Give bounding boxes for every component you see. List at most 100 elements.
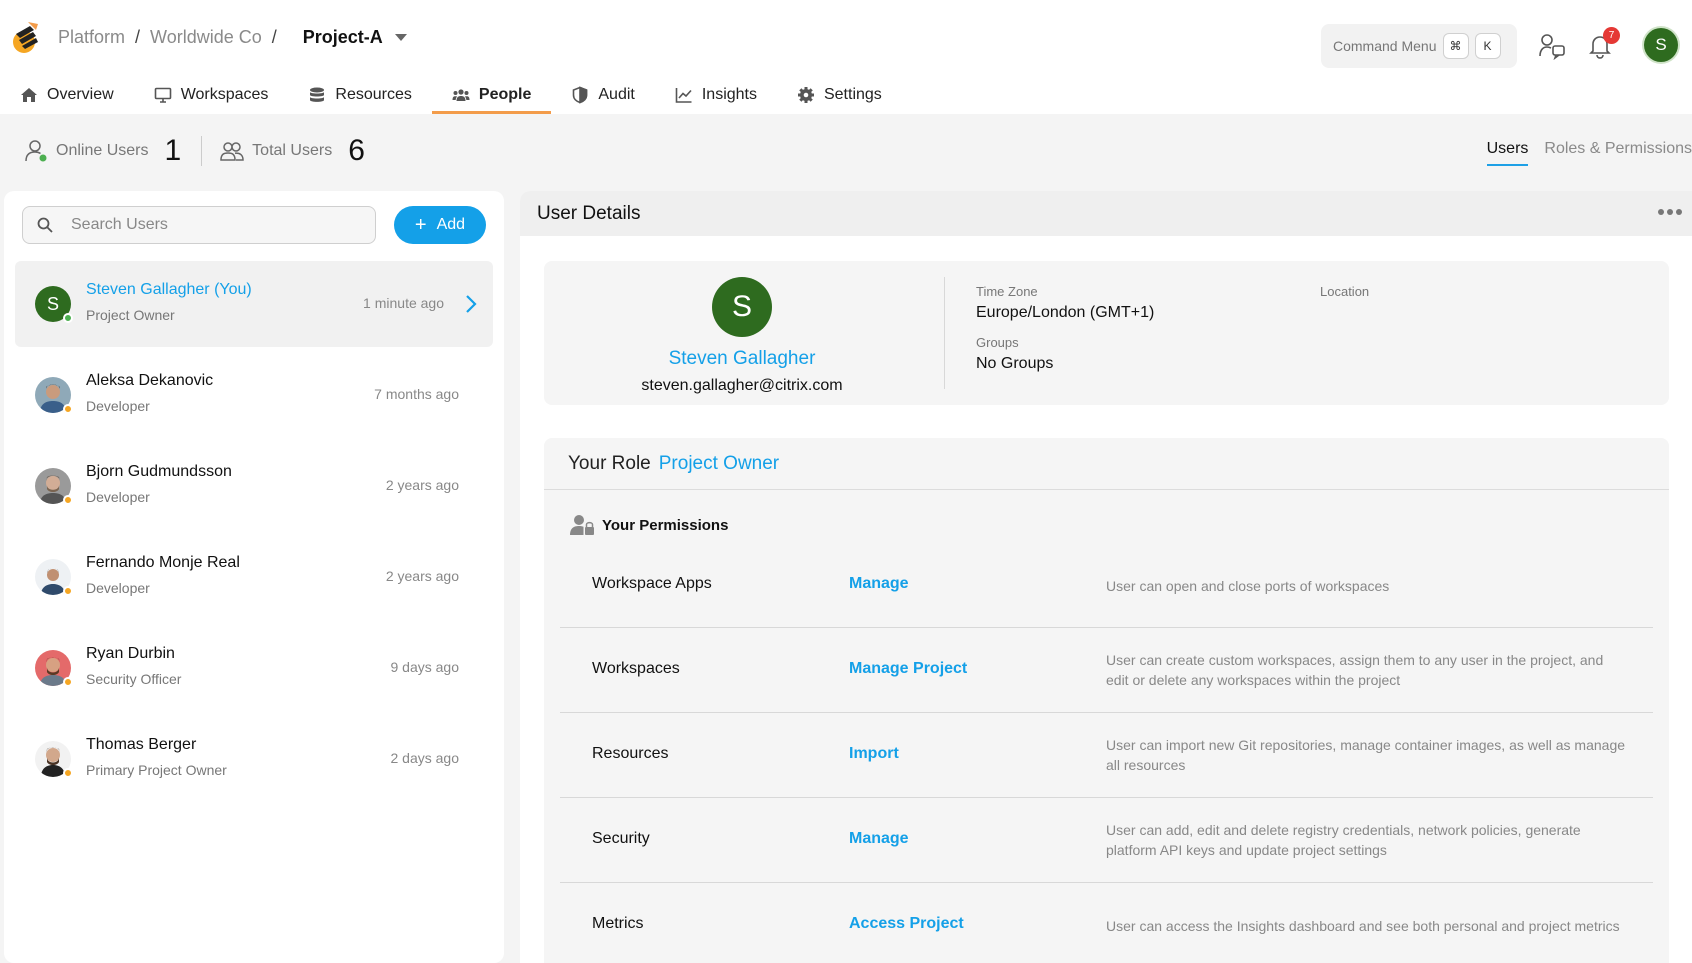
home-icon (21, 88, 37, 102)
user-role: Project Owner (86, 307, 175, 323)
permission-level: Manage (849, 830, 909, 847)
role-value: Project Owner (658, 452, 780, 474)
chevron-right-icon[interactable] (465, 294, 477, 314)
permission-name: Metrics (592, 915, 644, 932)
top-bar: Platform / Worldwide Co / Project-A Comm… (0, 0, 1692, 114)
tab-workspaces[interactable]: Workspaces (134, 76, 289, 114)
users-group-icon (220, 142, 244, 161)
permission-level: Manage (849, 575, 909, 592)
user-list-item[interactable]: Aleksa Dekanovic Developer 7 months ago (15, 352, 493, 438)
search-input[interactable] (71, 216, 341, 234)
tab-resources[interactable]: Resources (288, 76, 431, 114)
timezone-label: Time Zone (976, 284, 1038, 299)
user-stats: Online Users 1 Total Users 6 (24, 134, 365, 168)
shield-icon (573, 86, 588, 104)
away-status-dot (63, 586, 73, 596)
tab-label: Settings (823, 86, 882, 103)
add-user-button[interactable]: + Add (394, 206, 486, 244)
user-chat-icon[interactable] (1538, 32, 1566, 60)
tab-audit[interactable]: Audit (551, 76, 654, 114)
permission-row: Workspaces Manage Project User can creat… (560, 628, 1653, 713)
tab-people[interactable]: People (431, 76, 552, 114)
search-box[interactable] (22, 206, 376, 244)
online-status-dot (63, 313, 73, 323)
user-name: Steven Gallagher (You) (86, 281, 252, 298)
total-users-count: 6 (348, 134, 365, 167)
user-role: Primary Project Owner (86, 762, 227, 778)
permissions-title: Your Permissions (602, 516, 729, 534)
user-list-panel: + Add S Steven Gallagher (You) Project O… (4, 191, 504, 963)
permission-row: Resources Import User can import new Git… (560, 713, 1653, 798)
monitor-icon (154, 87, 171, 103)
tab-overview[interactable]: Overview (0, 76, 134, 114)
main-nav: Overview Workspaces Resources People Aud… (0, 76, 902, 114)
tab-users[interactable]: Users (1486, 140, 1529, 166)
permission-row: Security Manage User can add, edit and d… (560, 798, 1653, 883)
user-list-item[interactable]: Bjorn Gudmundsson Developer 2 years ago (15, 443, 493, 529)
permission-name: Resources (592, 745, 669, 762)
user-role: Developer (86, 398, 150, 414)
user-list-item[interactable]: Thomas Berger Primary Project Owner 2 da… (15, 716, 493, 802)
profile-name: Steven Gallagher (668, 348, 816, 369)
details-header: User Details (520, 191, 1692, 236)
breadcrumb-org[interactable]: Worldwide Co (150, 27, 262, 48)
app-logo-icon[interactable] (10, 20, 42, 54)
role-header: Your Role Project Owner (544, 438, 1669, 490)
chart-icon (675, 88, 692, 103)
project-selector[interactable]: Project-A (303, 27, 383, 48)
tab-label: Audit (598, 86, 635, 103)
role-label: Your Role (568, 452, 651, 474)
last-seen: 2 years ago (385, 568, 459, 584)
user-name: Ryan Durbin (86, 645, 175, 662)
role-card: Your Role Project Owner Your Permissions… (544, 438, 1669, 963)
user-list-item[interactable]: S Steven Gallagher (You) Project Owner 1… (15, 261, 493, 347)
user-details-panel: User Details S Steven Gallagher steven.g… (520, 191, 1692, 963)
last-seen: 1 minute ago (363, 295, 444, 311)
breadcrumb-platform[interactable]: Platform (58, 27, 125, 48)
database-icon (310, 87, 325, 102)
user-role: Security Officer (86, 671, 182, 687)
tab-insights[interactable]: Insights (655, 76, 777, 114)
tab-roles-permissions[interactable]: Roles & Permissions (1544, 140, 1692, 166)
notification-badge: 7 (1603, 27, 1620, 44)
view-tabs: Users Roles & Permissions (1471, 140, 1692, 166)
profile-avatar: S (712, 277, 772, 337)
account-avatar[interactable]: S (1644, 28, 1678, 62)
permission-level: Manage Project (849, 660, 968, 677)
online-users-count: 1 (164, 134, 182, 167)
tab-label: Overview (47, 86, 114, 103)
permission-description: User can import new Git repositories, ma… (1106, 737, 1626, 773)
permission-name: Workspace Apps (592, 575, 712, 592)
permission-description: User can access the Insights dashboard a… (1106, 918, 1620, 934)
command-menu-button[interactable]: Command Menu ⌘ K (1321, 24, 1517, 68)
tab-settings[interactable]: Settings (777, 76, 902, 114)
away-status-dot (63, 495, 73, 505)
plus-icon: + (414, 213, 427, 236)
last-seen: 2 days ago (390, 750, 460, 766)
tab-label: Resources (335, 86, 412, 103)
online-user-icon (25, 140, 47, 162)
user-name: Fernando Monje Real (86, 554, 240, 571)
user-name: Thomas Berger (86, 736, 197, 753)
permission-name: Workspaces (592, 660, 680, 677)
user-name: Aleksa Dekanovic (86, 372, 214, 389)
more-options-icon[interactable] (1655, 209, 1682, 215)
people-icon (452, 89, 470, 101)
search-icon (37, 217, 53, 233)
user-lock-icon (570, 515, 594, 535)
breadcrumb-separator: / (135, 27, 141, 47)
chevron-down-icon[interactable] (394, 34, 407, 41)
away-status-dot (63, 677, 73, 687)
permission-name: Security (592, 830, 650, 847)
user-list-item[interactable]: Ryan Durbin Security Officer 9 days ago (15, 625, 493, 711)
location-label: Location (1320, 284, 1370, 299)
permission-description: User can open and close ports of workspa… (1106, 578, 1390, 594)
add-button-label: Add (436, 216, 466, 233)
permission-row: Metrics Access Project User can access t… (560, 883, 1653, 963)
tab-label: People (478, 86, 532, 103)
user-role: Developer (86, 580, 150, 596)
breadcrumb: Platform / Worldwide Co / Project-A (58, 27, 407, 48)
user-list-item[interactable]: Fernando Monje Real Developer 2 years ag… (15, 534, 493, 620)
user-name: Bjorn Gudmundsson (86, 463, 232, 480)
permission-description: User can create custom workspaces, assig… (1106, 652, 1604, 688)
